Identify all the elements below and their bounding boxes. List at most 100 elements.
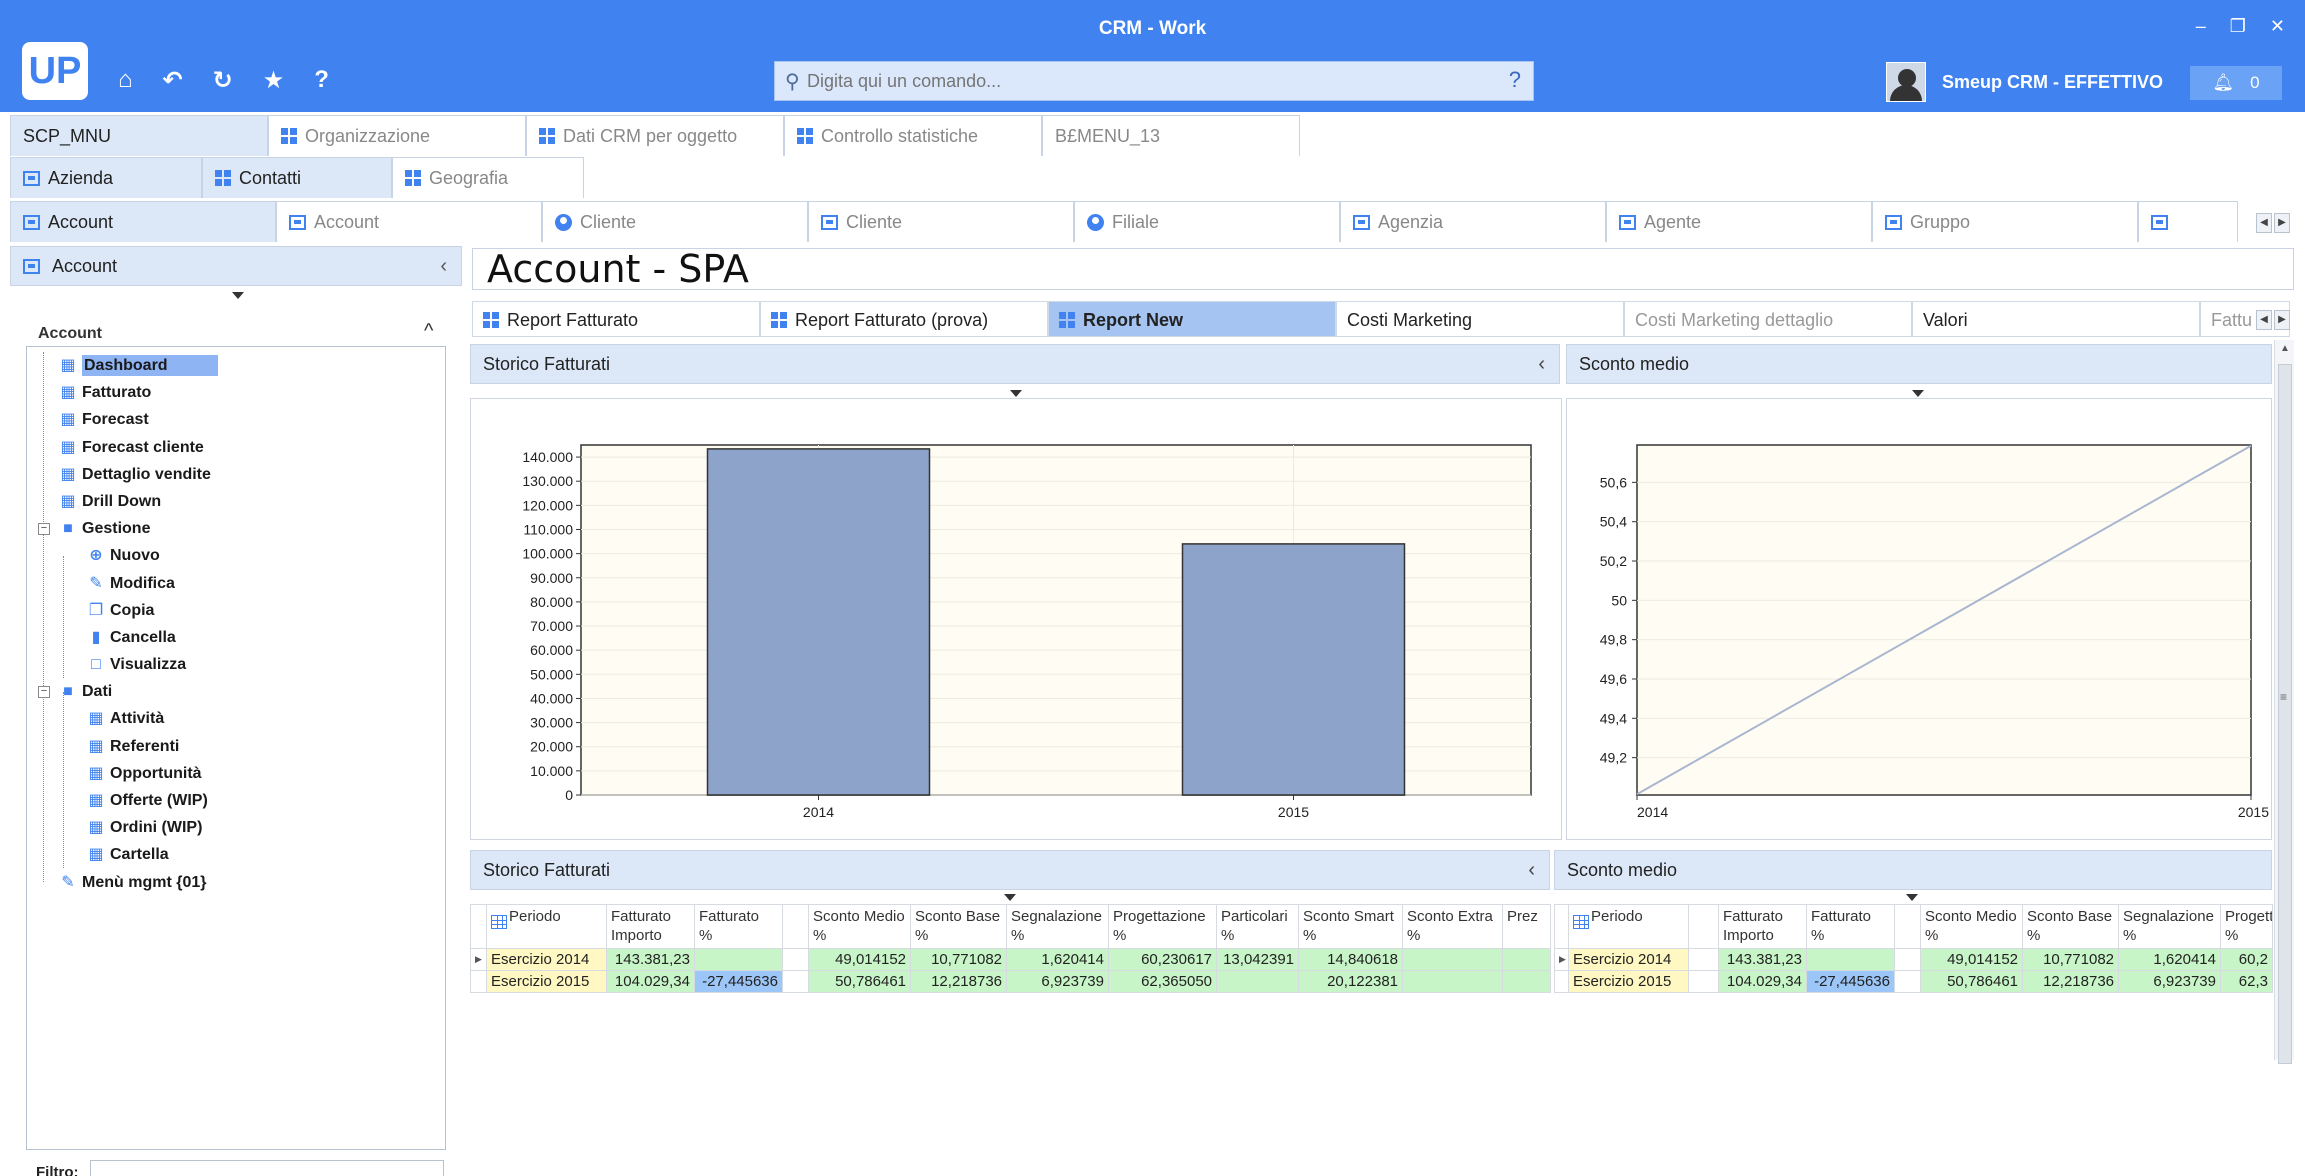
column-header[interactable]: Particolari % [1216, 904, 1299, 949]
user-name[interactable]: Smeup CRM - EFFETTIVO [1942, 72, 2163, 93]
row-indicator-icon[interactable]: ▶ [1554, 948, 1569, 971]
column-header[interactable]: Segnalazione % [2118, 904, 2221, 949]
close-icon[interactable]: ✕ [2270, 16, 2285, 37]
tree-item-copia[interactable]: ❐ Copia [38, 597, 218, 624]
column-header[interactable]: Fatturato % [694, 904, 783, 949]
dropdown-caret-icon[interactable] [1010, 390, 1022, 397]
tab-report-fatturato[interactable]: Report Fatturato [472, 301, 760, 337]
column-header[interactable] [1894, 904, 1921, 949]
column-header[interactable]: Fatturato Importo [1718, 904, 1807, 949]
tab-valori[interactable]: Valori [1912, 301, 2200, 337]
column-header[interactable]: Periodo [486, 904, 607, 949]
collapse-section-icon[interactable]: ‹ [1538, 345, 1545, 383]
tree-item-dettaglio-vendite[interactable]: ▦ Dettaglio vendite [38, 461, 218, 488]
column-header[interactable]: Sconto Base % [2022, 904, 2119, 949]
collapse-node-icon[interactable]: − [38, 523, 50, 536]
tree-item-cancella[interactable]: ▮ Cancella [38, 624, 218, 651]
table-row[interactable]: Esercizio 2015 104.029,34 -27,445636 50,… [1554, 970, 2273, 993]
left-panel-header[interactable]: Account ‹ [10, 246, 462, 286]
scrollbar-thumb[interactable] [2278, 364, 2292, 1064]
table-header-sconto-medio[interactable]: Sconto medio [1554, 850, 2272, 890]
tree-item-fatturato[interactable]: ▦ Fatturato [38, 379, 218, 406]
table-row[interactable]: Esercizio 2015 104.029,34 -27,445636 50,… [470, 970, 1551, 993]
notifications-button[interactable]: 🔔︎ 0 [2190, 66, 2282, 100]
avatar[interactable] [1886, 62, 1926, 102]
tree-item-nuovo[interactable]: ⊕ Nuovo [38, 542, 218, 569]
dropdown-caret-icon[interactable] [1906, 894, 1918, 901]
star-icon[interactable]: ★ [263, 66, 285, 95]
restore-icon[interactable]: ❐ [2230, 16, 2246, 37]
tab-azienda[interactable]: Azienda [10, 157, 202, 198]
tree-item-dati[interactable]: − ■ Dati [38, 678, 218, 705]
tree-item-gestione[interactable]: − ■ Gestione [38, 515, 218, 542]
tab-costi-marketing-dettaglio[interactable]: Costi Marketing dettaglio [1624, 301, 1912, 337]
tab-scp-mnu[interactable]: SCP_MNU [10, 115, 268, 156]
tab-report-fatturato-prova[interactable]: Report Fatturato (prova) [760, 301, 1048, 337]
tab-cliente-2[interactable]: Cliente [808, 201, 1074, 242]
table-row[interactable]: ▶ Esercizio 2014 143.381,23 49,014152 10… [1554, 948, 2273, 971]
tab-more[interactable] [2138, 201, 2238, 242]
section-header-storico-fatturati[interactable]: Storico Fatturati ‹ [470, 344, 1560, 384]
row-indicator-icon[interactable]: ▶ [470, 948, 487, 971]
column-header[interactable]: Progetta % [2220, 904, 2273, 949]
tab-contatti[interactable]: Contatti [202, 157, 392, 198]
tree-item-forecast-cliente[interactable]: ▦ Forecast cliente [38, 434, 218, 461]
scroll-left-icon[interactable]: ◀ [2256, 213, 2272, 233]
column-header[interactable]: Sconto Medio % [808, 904, 911, 949]
tree-item-ordini[interactable]: ▦ Ordini (WIP) [38, 814, 218, 841]
filter-input[interactable] [90, 1160, 444, 1176]
tree-item-cartella[interactable]: ▦ Cartella [38, 841, 218, 868]
column-header[interactable]: Prez [1502, 904, 1551, 949]
scroll-left-icon[interactable]: ◀ [2256, 310, 2272, 330]
tab-agenzia[interactable]: Agenzia [1340, 201, 1606, 242]
tab-bmenu[interactable]: B£MENU_13 [1042, 115, 1300, 156]
tree-item-forecast[interactable]: ▦ Forecast [38, 406, 218, 433]
collapse-panel-icon[interactable]: ‹ [440, 247, 447, 285]
column-header[interactable]: Sconto Base % [910, 904, 1007, 949]
column-header[interactable]: Progettazione % [1108, 904, 1217, 949]
tree-item-referenti[interactable]: ▦ Referenti [38, 733, 218, 760]
collapse-node-icon[interactable]: − [38, 686, 50, 699]
tab-dati-crm[interactable]: Dati CRM per oggetto [526, 115, 784, 156]
scroll-up-icon[interactable]: ▲ [2275, 340, 2295, 358]
minimize-icon[interactable]: – [2196, 16, 2206, 37]
tab-geografia[interactable]: Geografia [392, 157, 584, 198]
tree-item-offerte[interactable]: ▦ Offerte (WIP) [38, 787, 218, 814]
command-help-icon[interactable]: ? [1509, 67, 1521, 93]
chevron-up-icon[interactable]: ^ [424, 320, 433, 343]
column-header[interactable]: Sconto Smart % [1298, 904, 1403, 949]
tab-costi-marketing[interactable]: Costi Marketing [1336, 301, 1624, 337]
collapse-section-icon[interactable]: ‹ [1528, 851, 1535, 889]
tab-gruppo[interactable]: Gruppo [1872, 201, 2138, 242]
table-header-storico-fatturati[interactable]: Storico Fatturati ‹ [470, 850, 1550, 890]
refresh-icon[interactable]: ↻ [213, 66, 233, 95]
scroll-right-icon[interactable]: ▶ [2274, 310, 2290, 330]
tab-account-2[interactable]: Account [276, 201, 542, 242]
tree-item-attivita[interactable]: ▦ Attività [38, 705, 218, 732]
command-input[interactable] [807, 68, 1467, 94]
tree-item-modifica[interactable]: ✎ Modifica [38, 570, 218, 597]
dropdown-caret-icon[interactable] [1004, 894, 1016, 901]
tab-cliente[interactable]: Cliente [542, 201, 808, 242]
dropdown-caret-icon[interactable] [232, 292, 244, 299]
tree-item-visualizza[interactable]: □ Visualizza [38, 651, 218, 678]
column-header[interactable] [1688, 904, 1719, 949]
column-header[interactable]: Fatturato Importo [606, 904, 695, 949]
tab-filiale[interactable]: Filiale [1074, 201, 1340, 242]
table-row[interactable]: ▶ Esercizio 2014 143.381,23 49,014152 10… [470, 948, 1551, 971]
undo-icon[interactable]: ↶ [163, 66, 183, 95]
column-header[interactable]: Sconto Extra % [1402, 904, 1503, 949]
tree-item-opportunita[interactable]: ▦ Opportunità [38, 760, 218, 787]
column-header[interactable]: Segnalazione % [1006, 904, 1109, 949]
tree-item-menu-mgmt[interactable]: ✎ Menù mgmt {01} [38, 869, 218, 896]
column-header[interactable]: Fatturato % [1806, 904, 1895, 949]
home-icon[interactable]: ⌂ [118, 66, 133, 95]
help-icon[interactable]: ? [314, 66, 329, 95]
tree-item-dashboard[interactable]: ▦ Dashboard [38, 352, 218, 379]
dropdown-caret-icon[interactable] [1912, 390, 1924, 397]
tab-report-new[interactable]: Report New [1048, 301, 1336, 337]
scroll-right-icon[interactable]: ▶ [2274, 213, 2290, 233]
tab-account[interactable]: Account [10, 201, 276, 242]
tab-agente[interactable]: Agente [1606, 201, 1872, 242]
tree-item-drill-down[interactable]: ▦ Drill Down [38, 488, 218, 515]
